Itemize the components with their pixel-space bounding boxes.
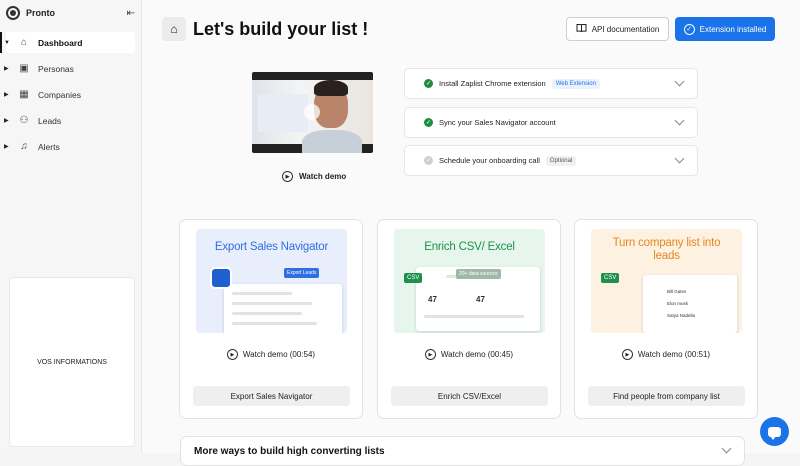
- thumbnail-badge: 20+ data sources: [456, 269, 501, 279]
- demo-video[interactable]: [252, 72, 373, 153]
- thumbnail-row: Bill Gates: [667, 289, 687, 294]
- sidebar-item-alerts[interactable]: ▶ ♫ Alerts: [4, 136, 135, 157]
- card-export-sales-navigator: Export Sales Navigator Export Leads ▶ Wa…: [179, 219, 363, 419]
- sidebar-item-label: Dashboard: [38, 37, 83, 48]
- enrich-csv-button[interactable]: Enrich CSV/Excel: [391, 386, 548, 406]
- card-watch-label: Watch demo (00:45): [440, 350, 514, 359]
- watch-demo-link[interactable]: ▶ Watch demo: [282, 171, 346, 182]
- thumbnail-row: Elon musk: [667, 301, 689, 306]
- chat-support-button[interactable]: [760, 417, 789, 446]
- home-icon: ⌂: [20, 37, 28, 48]
- csv-file-icon: CSV: [404, 273, 423, 283]
- building-icon: ▦: [19, 89, 29, 100]
- thumbnail-badge: Export Leads: [284, 268, 320, 278]
- api-documentation-button[interactable]: API documentation: [566, 17, 669, 41]
- video-person-hair: [314, 80, 348, 96]
- thumbnail-panel: Bill Gates Elon musk Satya Nadella: [643, 275, 737, 333]
- thumbnail-title: Enrich CSV/ Excel: [424, 241, 515, 253]
- video-play-icon[interactable]: [304, 104, 320, 120]
- sidebar-item-dashboard[interactable]: ▼ ⌂ Dashboard: [0, 32, 135, 53]
- chevron-down-icon[interactable]: [674, 153, 685, 164]
- video-person-shirt: [302, 130, 362, 153]
- thumbnail-panel: [224, 284, 342, 333]
- main-content: ⌂ Let's build your list ! API documentat…: [142, 0, 800, 466]
- collapse-sidebar-icon[interactable]: ⇤: [127, 8, 135, 19]
- card-thumbnail[interactable]: Export Sales Navigator Export Leads: [196, 229, 347, 333]
- step-label: Install Zaplist Chrome extension: [439, 79, 546, 88]
- check-icon: ✓: [424, 156, 433, 165]
- sidebar-item-leads[interactable]: ▶ ⚇ Leads: [4, 110, 135, 131]
- card-thumbnail[interactable]: Enrich CSV/ Excel 47 47 20+ data sources…: [394, 229, 545, 333]
- more-ways-section[interactable]: More ways to build high converting lists: [180, 436, 745, 466]
- book-icon: [576, 23, 587, 35]
- compass-icon: [210, 267, 232, 289]
- thumbnail-row: Satya Nadella: [667, 313, 696, 318]
- thumbnail-title: Turn company list into leads: [612, 237, 721, 262]
- home-icon: ⌂: [170, 22, 178, 36]
- onboarding-step-schedule[interactable]: ✓ Schedule your onboarding call Optional: [404, 145, 698, 176]
- watch-demo-label: Watch demo: [299, 172, 347, 181]
- extension-installed-button[interactable]: ✓ Extension installed: [675, 17, 775, 41]
- onboarding-step-install[interactable]: ✓ Install Zaplist Chrome extension Web E…: [404, 68, 698, 99]
- step-label: Schedule your onboarding call: [439, 156, 540, 165]
- card-enrich-csv: Enrich CSV/ Excel 47 47 20+ data sources…: [377, 219, 561, 419]
- app-name: Pronto: [26, 8, 55, 18]
- card-watch-label: Watch demo (00:54): [242, 350, 316, 359]
- extension-installed-label: Extension installed: [699, 24, 767, 34]
- video-screen-graphic: [258, 94, 308, 132]
- home-button[interactable]: ⌂: [162, 17, 186, 41]
- check-icon: ✓: [424, 118, 433, 127]
- step-tag: Web Extension: [551, 78, 600, 89]
- chevron-down-icon[interactable]: [674, 115, 685, 126]
- chevron-down-icon[interactable]: [721, 443, 732, 454]
- play-circle-icon: ▶: [226, 349, 238, 360]
- thumbnail-stat: 47: [476, 295, 485, 304]
- check-icon: ✓: [424, 79, 433, 88]
- page-title: Let's build your list !: [193, 19, 369, 39]
- people-icon: ⚇: [19, 115, 29, 126]
- thumbnail-stat: 47: [428, 295, 437, 304]
- play-circle-icon: ▶: [424, 349, 436, 360]
- sidebar-item-personas[interactable]: ▶ ▣ Personas: [4, 58, 135, 79]
- sidebar-item-label: Companies: [38, 89, 81, 100]
- caret-right-icon[interactable]: ▶: [4, 143, 9, 150]
- info-box-label: VOS INFORMATIONS: [37, 358, 107, 366]
- sidebar-item-label: Personas: [38, 63, 74, 74]
- export-sales-navigator-button[interactable]: Export Sales Navigator: [193, 386, 350, 406]
- step-tag: Optional: [545, 155, 577, 166]
- more-ways-title: More ways to build high converting lists: [194, 446, 385, 457]
- card-thumbnail[interactable]: Turn company list into leads Bill Gates …: [591, 229, 742, 333]
- step-label: Sync your Sales Navigator account: [439, 118, 556, 127]
- card-watch-demo-link[interactable]: ▶ Watch demo (00:45): [378, 349, 560, 360]
- caret-down-icon[interactable]: ▼: [4, 40, 10, 46]
- user-info-panel: VOS INFORMATIONS: [9, 277, 135, 447]
- csv-file-icon: CSV: [601, 273, 620, 283]
- card-company-list-leads: Turn company list into leads Bill Gates …: [574, 219, 758, 419]
- card-watch-label: Watch demo (00:51): [637, 350, 711, 359]
- api-documentation-label: API documentation: [591, 24, 660, 34]
- check-circle-icon: ✓: [683, 23, 695, 35]
- caret-right-icon[interactable]: ▶: [4, 117, 9, 124]
- sidebar: Pronto ⇤ ▼ ⌂ Dashboard ▶ ▣ Personas ▶ ▦ …: [0, 0, 142, 453]
- caret-right-icon[interactable]: ▶: [4, 65, 9, 72]
- chat-bubble-icon: [768, 426, 781, 440]
- sidebar-nav: ▼ ⌂ Dashboard ▶ ▣ Personas ▶ ▦ Companies…: [0, 32, 141, 157]
- brand: Pronto ⇤: [0, 0, 141, 26]
- sidebar-item-label: Leads: [38, 115, 62, 126]
- find-people-from-company-list-button[interactable]: Find people from company list: [588, 386, 745, 406]
- sidebar-item-label: Alerts: [38, 141, 60, 152]
- caret-right-icon[interactable]: ▶: [4, 91, 9, 98]
- sidebar-item-companies[interactable]: ▶ ▦ Companies: [4, 84, 135, 105]
- card-watch-demo-link[interactable]: ▶ Watch demo (00:54): [180, 349, 362, 360]
- play-circle-icon: ▶: [621, 349, 633, 360]
- pronto-logo-icon: [6, 6, 20, 20]
- thumbnail-title: Export Sales Navigator: [214, 241, 329, 253]
- onboarding-step-sync[interactable]: ✓ Sync your Sales Navigator account: [404, 107, 698, 138]
- bell-icon: ♫: [20, 141, 28, 152]
- card-watch-demo-link[interactable]: ▶ Watch demo (00:51): [575, 349, 757, 360]
- id-card-icon: ▣: [19, 63, 29, 74]
- chevron-down-icon[interactable]: [674, 76, 685, 87]
- play-circle-icon: ▶: [282, 171, 293, 182]
